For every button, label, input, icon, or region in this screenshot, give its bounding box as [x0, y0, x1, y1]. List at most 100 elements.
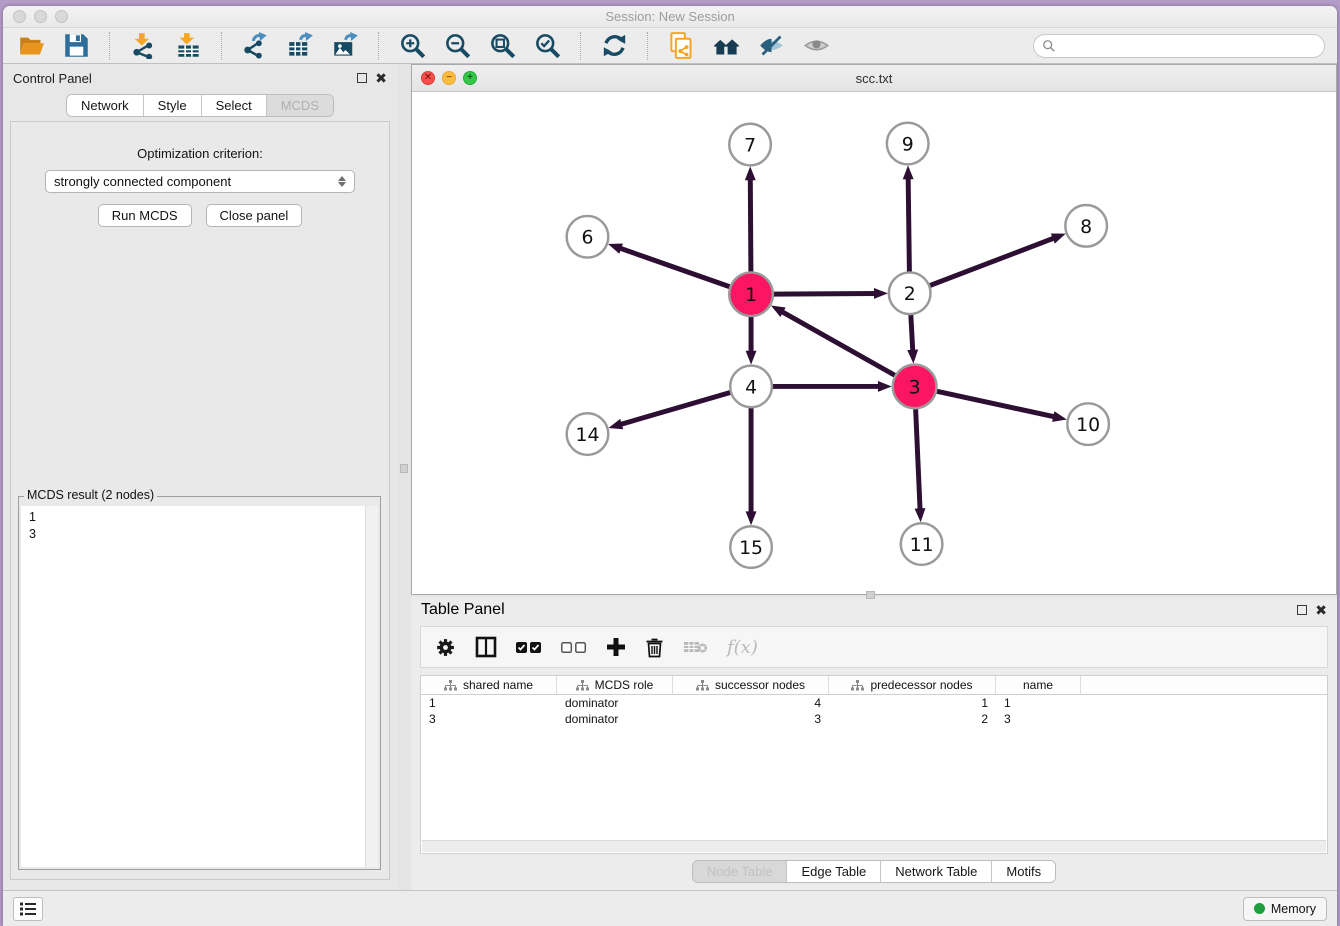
search-input[interactable]	[1060, 38, 1316, 53]
search-box[interactable]	[1033, 34, 1325, 58]
select-all-columns-icon[interactable]	[516, 641, 542, 654]
panel-splitter[interactable]	[397, 64, 411, 890]
network-graph[interactable]: 7 9 6 8 1 2 4 3 14 10 15 11	[412, 92, 1336, 590]
show-all-icon[interactable]	[800, 31, 832, 61]
svg-text:1: 1	[745, 285, 757, 306]
network-window-titlebar[interactable]: ✕ − + scc.txt	[412, 65, 1336, 92]
column-header-predecessor-nodes[interactable]: predecessor nodes	[829, 676, 996, 694]
settings-gear-icon[interactable]	[435, 637, 456, 658]
toolbar-separator	[109, 32, 110, 60]
result-line: 3	[29, 526, 370, 543]
function-builder-icon[interactable]: f(x)	[727, 637, 758, 658]
open-session-icon[interactable]	[15, 31, 47, 61]
optimization-criterion-label: Optimization criterion:	[11, 146, 389, 161]
refresh-icon[interactable]	[598, 31, 630, 61]
main-toolbar	[3, 28, 1337, 64]
run-mcds-button[interactable]: Run MCDS	[98, 204, 192, 227]
export-image-icon[interactable]	[329, 31, 361, 61]
table-row[interactable]: 3 dominator 3 2 3	[421, 711, 1327, 727]
tab-network[interactable]: Network	[67, 95, 144, 116]
memory-button[interactable]: Memory	[1243, 897, 1327, 921]
graph-node-2[interactable]: 2	[889, 272, 931, 314]
svg-text:10: 10	[1076, 415, 1100, 436]
first-neighbors-icon[interactable]	[710, 31, 742, 61]
tab-style[interactable]: Style	[144, 95, 202, 116]
criterion-dropdown[interactable]: strongly connected component	[45, 170, 355, 193]
export-network-icon[interactable]	[239, 31, 271, 61]
maximize-window-button[interactable]	[55, 10, 68, 23]
list-icon	[19, 901, 37, 917]
result-line: 1	[29, 509, 370, 526]
zoom-out-icon[interactable]	[441, 31, 473, 61]
zoom-in-icon[interactable]	[396, 31, 428, 61]
column-header-mcds-role[interactable]: MCDS role	[557, 676, 673, 694]
column-header-shared-name[interactable]: shared name	[421, 676, 557, 694]
graph-node-1[interactable]: 1	[729, 272, 773, 316]
table-scrollbar[interactable]	[422, 840, 1326, 852]
zoom-selected-icon[interactable]	[531, 31, 563, 61]
tab-select[interactable]: Select	[202, 95, 267, 116]
minimize-window-button[interactable]	[34, 10, 47, 23]
network-maximize-button[interactable]: +	[463, 71, 477, 85]
table-panel-header: Table Panel ✖	[411, 597, 1337, 622]
save-session-icon[interactable]	[60, 31, 92, 61]
network-close-button[interactable]: ✕	[421, 71, 435, 85]
search-icon	[1042, 39, 1056, 53]
column-header-name[interactable]: name	[996, 676, 1081, 694]
graph-node-7[interactable]: 7	[729, 124, 771, 166]
graph-node-11[interactable]: 11	[901, 523, 943, 565]
import-network-icon[interactable]	[127, 31, 159, 61]
splitter-grip[interactable]	[866, 591, 875, 599]
delete-column-icon[interactable]	[645, 637, 664, 658]
right-column: ✕ − + scc.txt 7968124314101511 Table Pan…	[411, 64, 1337, 890]
svg-text:6: 6	[581, 228, 593, 249]
dropdown-stepper-icon	[338, 176, 346, 187]
result-scrollbar[interactable]	[365, 506, 378, 867]
splitter-grip[interactable]	[400, 464, 408, 473]
float-panel-icon[interactable]	[1297, 605, 1307, 615]
tab-network-table[interactable]: Network Table	[881, 861, 992, 882]
import-table-icon[interactable]	[172, 31, 204, 61]
create-column-icon[interactable]	[606, 637, 626, 657]
close-window-button[interactable]	[13, 10, 26, 23]
new-network-from-selection-icon[interactable]	[665, 31, 697, 61]
network-view-window: ✕ − + scc.txt 7 9 6 8 1 2 4 3 14 10 15 11	[411, 64, 1337, 595]
graph-node-8[interactable]: 8	[1065, 205, 1107, 247]
column-header-successor-nodes[interactable]: successor nodes	[673, 676, 829, 694]
tab-mcds[interactable]: MCDS	[267, 95, 333, 116]
network-minimize-button[interactable]: −	[442, 71, 456, 85]
task-history-button[interactable]	[13, 897, 43, 921]
network-canvas[interactable]: 7 9 6 8 1 2 4 3 14 10 15 11	[412, 92, 1336, 594]
float-panel-icon[interactable]	[357, 73, 367, 83]
cell-shared-name: 1	[421, 695, 557, 711]
delete-table-icon[interactable]	[683, 640, 708, 654]
export-table-icon[interactable]	[284, 31, 316, 61]
tab-motifs[interactable]: Motifs	[992, 861, 1055, 882]
close-panel-button[interactable]: Close panel	[206, 204, 303, 227]
cell-successor-nodes: 4	[673, 695, 829, 711]
graph-node-3[interactable]: 3	[893, 365, 937, 409]
node-table[interactable]: shared name MCDS role successor nodes	[420, 675, 1328, 854]
table-splitter[interactable]	[411, 595, 1337, 597]
control-panel: Control Panel ✖ Network Style Select MCD…	[3, 64, 397, 890]
shared-column-icon	[576, 680, 589, 691]
hide-selection-icon[interactable]	[755, 31, 787, 61]
table-row[interactable]: 1 dominator 4 1 1	[421, 695, 1327, 711]
close-panel-icon[interactable]: ✖	[1315, 605, 1327, 615]
graph-node-4[interactable]: 4	[730, 366, 772, 408]
tab-node-table[interactable]: Node Table	[693, 861, 788, 882]
zoom-fit-icon[interactable]	[486, 31, 518, 61]
shared-column-icon	[696, 680, 709, 691]
close-panel-icon[interactable]: ✖	[375, 73, 387, 83]
graph-node-6[interactable]: 6	[567, 216, 609, 258]
mcds-result-group: MCDS result (2 nodes) 1 3	[18, 496, 381, 870]
graph-node-15[interactable]: 15	[730, 526, 772, 568]
graph-node-9[interactable]: 9	[887, 123, 929, 165]
graph-node-14[interactable]: 14	[567, 413, 609, 455]
mcds-result-area[interactable]: 1 3	[21, 506, 378, 867]
unselect-all-columns-icon[interactable]	[561, 641, 587, 654]
tab-edge-table[interactable]: Edge Table	[787, 861, 881, 882]
graph-node-10[interactable]: 10	[1067, 403, 1109, 445]
toggle-column-panel-icon[interactable]	[475, 636, 497, 658]
window-title: Session: New Session	[605, 9, 734, 24]
